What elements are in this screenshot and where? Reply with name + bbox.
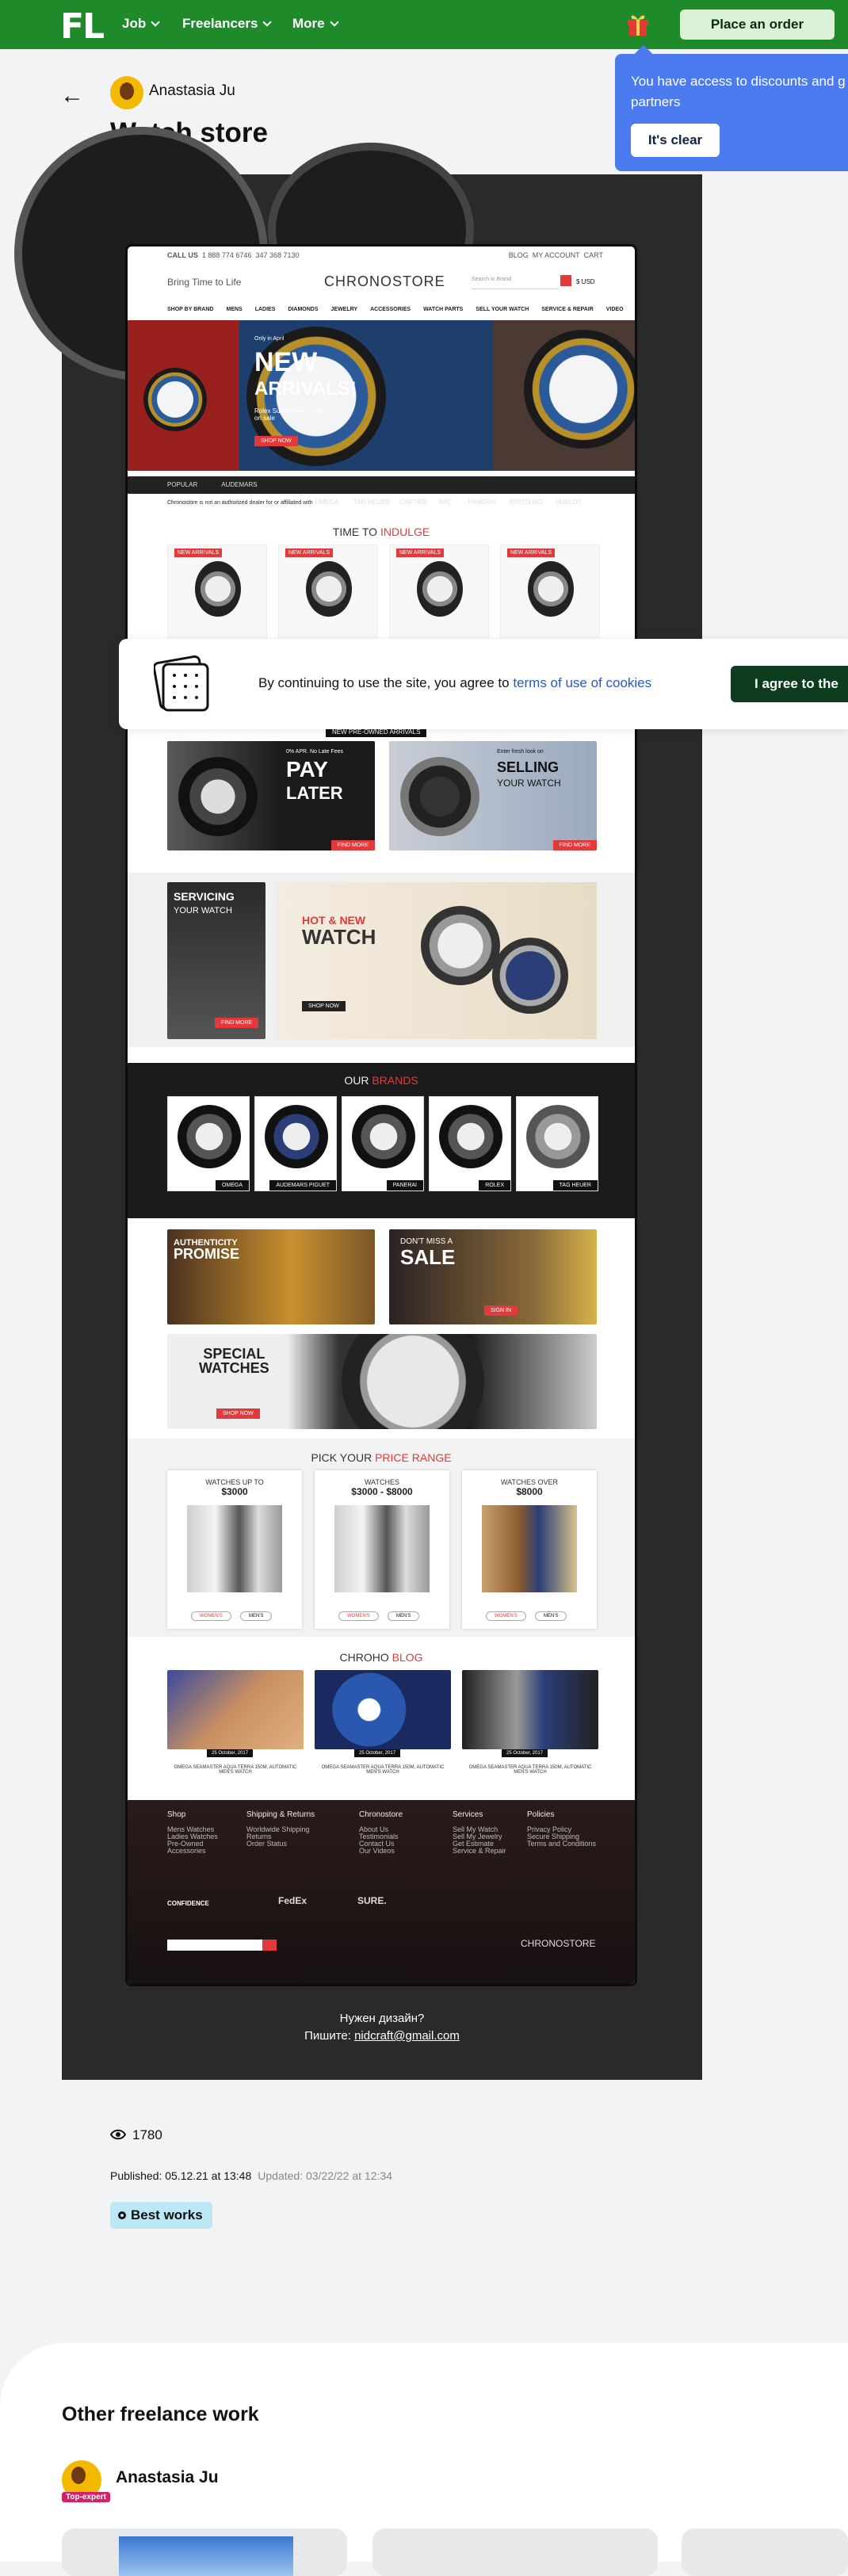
fedex-logo: FedEx [278,1895,307,1906]
work-thumbnail [119,2536,293,2576]
mockup-currency: $ USD [576,278,595,285]
hero-shop-button: SHOP NOW [254,436,298,446]
blog-caption: OMEGA SEAMASTER AQUA TERRA 150M, AUTOMAT… [321,1765,445,1775]
hero-watch [524,330,635,449]
hero-watch [143,368,207,431]
sale-banner: DON'T MISS A SALE SIGN IN [389,1229,597,1324]
gift-icon[interactable] [626,11,650,36]
blog-image [462,1670,598,1749]
badge-icon [118,2211,126,2219]
section-blog: CHROHO BLOG [339,1651,423,1664]
popup-text: You have access to discounts and g partn… [631,74,846,109]
place-order-button[interactable]: Place an order [680,10,835,40]
back-arrow-icon[interactable]: ← [60,82,84,109]
mockup-notice: Chronostore is not an authorized dealer … [167,500,313,506]
servicing-banner: SERVICING YOUR WATCH FIND MORE [167,882,265,1039]
mockup-logo: CHRONOSTORE [324,273,445,289]
author-avatar[interactable] [110,76,143,109]
other-author-name[interactable]: Anastasia Ju [116,2468,219,2487]
brand-card-panerai: PANERAI [342,1096,424,1191]
mockup-brand-bar: POPULAR BRANDS AUDEMARS PIGUET ROLEX OME… [128,476,635,506]
mockup-hero-banner: Only in April NEW ARRIVALS! Rolex Submari… [128,320,635,471]
hero-sub: Rolex Submariner 3 days on sale [254,407,326,422]
footer-logo: CHRONOSTORE [521,1938,596,1949]
footer-col: Services Sell My Watch Sell My Jewelry Get … [453,1810,506,1855]
pay-later-banner: 0% APR. No Late Fees PAY LATER FIND MORE [167,741,375,850]
footer-email-field [167,1940,262,1951]
other-works-title: Other freelance work [62,2403,259,2425]
publish-info: Published: 05.12.21 at 13:48 Updated: 03/… [110,2169,392,2182]
mockup-tagline: Bring Time to Life [167,277,242,288]
contact-email-line: Пишите: nidcraft@gmail.com [304,2029,460,2043]
partners-popup: You have access to discounts and g partn… [615,44,848,171]
sure-logo: SURE. [357,1895,387,1906]
product-card: NEW ARRIVALS [278,545,378,640]
section-our-brands: OUR BRANDS [344,1074,418,1087]
price-card-up-to-3000: WATCHES UP TO $3000 WOMEN'S MEN'S [167,1470,302,1629]
footer-confidence: CONFIDENCE [167,1900,209,1907]
cookie-banner: By continuing to use the site, you agree… [119,639,848,729]
mockup-search-icon [560,275,571,286]
cookie-terms-link[interactable]: terms of use of cookies [513,675,651,690]
footer-col: Policies Privacy Policy Secure Shipping Ter… [527,1810,597,1848]
blog-date: 25 October, 2017 [502,1749,548,1757]
top-expert-badge: Top-expert [62,2492,110,2502]
work-card[interactable] [62,2528,347,2576]
blog-caption: OMEGA SEAMASTER AQUA TERRA 150M, AUTOMAT… [468,1765,592,1775]
brand-card-rolex: ROLEX [429,1096,511,1191]
top-navigation-bar: FL Job Freelancers More Place an order [0,0,848,49]
hot-new-banner: HOT & NEW WATCH SHOP NOW [277,882,597,1039]
mockup-topbar: CALL US 1 888 774 6746 347 368 7130 BLOG… [167,251,603,259]
best-works-badge[interactable]: Best works [110,2202,212,2229]
hero-small: Only in April [254,336,285,342]
hero-title: NEW ARRIVALS! [254,347,357,399]
author-name[interactable]: Anastasia Ju [149,82,235,100]
mockup-menu: SHOP BY BRAND MENS LADIES DIAMONDS JEWELRY AC… [167,307,624,312]
cookie-icon [154,655,209,712]
chevron-down-icon [151,17,160,27]
agree-cookies-button[interactable]: I agree to the [731,666,848,702]
nav-freelancers[interactable]: Freelancers [182,16,273,32]
product-card: NEW ARRIVALS [500,545,600,640]
contact-line: Нужен дизайн? [339,2012,425,2025]
chevron-down-icon [329,17,339,27]
its-clear-button[interactable]: It's clear [631,124,720,157]
eye-icon [109,2129,127,2140]
product-card: NEW ARRIVALS [167,545,267,640]
authenticity-banner: AUTHENTICITY PROMISE [167,1229,375,1324]
mockup-footer: Shop Mens Watches Ladies Watches Pre-Owned A… [128,1800,635,1984]
selling-watch-banner: Enter fresh look on SELLING YOUR WATCH FI… [389,741,597,850]
nav-more[interactable]: More [292,16,339,32]
blog-date: 25 October, 2017 [354,1749,401,1757]
brand-card-audemars: AUDEMARS PIGUET [254,1096,337,1191]
product-card: NEW ARRIVALS [389,545,489,640]
blog-image [167,1670,304,1749]
work-card[interactable] [372,2528,658,2576]
portfolio-image[interactable]: CALL US 1 888 774 6746 347 368 7130 BLOG… [14,127,702,2080]
cookie-text: By continuing to use the site, you agree… [258,675,652,690]
price-card-over-8000: WATCHES OVER $8000 WOMEN'S MEN'S [462,1470,597,1629]
fl-logo[interactable]: FL [60,6,105,47]
mockup-search: Search in Brand [472,277,559,289]
footer-submit [262,1940,277,1951]
footer-col: Shipping & Returns Worldwide Shipping Retu… [246,1810,315,1848]
brand-card-tag-heuer: TAG HEUER [516,1096,598,1191]
blog-date: 25 October, 2017 [207,1749,254,1757]
work-card[interactable] [682,2528,848,2576]
nav-job[interactable]: Job [122,16,160,32]
chevron-down-icon [262,17,273,27]
brand-card-omega: OMEGA [167,1096,250,1191]
blog-caption: OMEGA SEAMASTER AQUA TERRA 150M, AUTOMAT… [174,1765,297,1775]
site-mockup: CALL US 1 888 774 6746 347 368 7130 BLOG… [125,244,637,1986]
footer-col: Shop Mens Watches Ladies Watches Pre-Owned A… [167,1810,218,1855]
price-card-3000-8000: WATCHES $3000 - $8000 WOMEN'S MEN'S [315,1470,449,1629]
section-price-range: PICK YOUR PRICE RANGE [311,1451,452,1464]
blog-image [315,1670,451,1749]
special-watches-banner: SPECIAL WATCHES SHOP NOW [167,1334,597,1429]
footer-col: Chronostore About Us Testimonials Contact U… [359,1810,403,1855]
section-time-to-indulge: TIME TO INDULGE [332,526,430,538]
views-counter: 1780 [109,2127,162,2143]
